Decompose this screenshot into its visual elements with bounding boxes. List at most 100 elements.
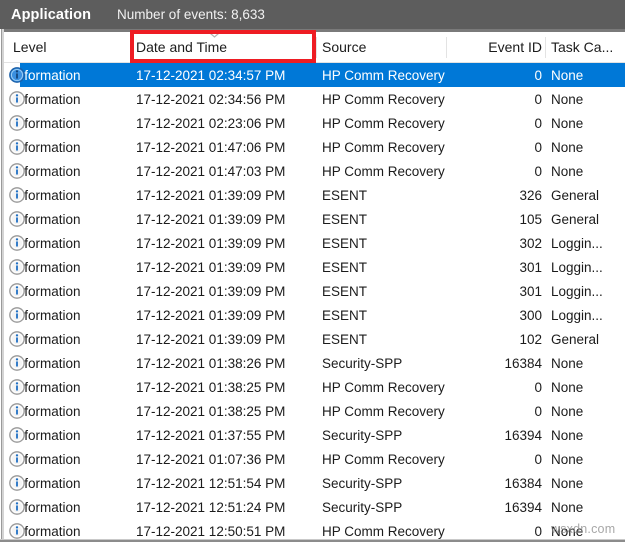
table-row[interactable]: Information 17-12-2021 01:39:09 PM ESENT 30… xyxy=(4,279,625,303)
table-row[interactable]: Information 17-12-2021 01:37:55 PM Securit… xyxy=(4,423,625,447)
cell-datetime: 17-12-2021 01:39:09 PM xyxy=(136,283,286,299)
column-header-datetime[interactable]: Date and Time xyxy=(136,32,316,62)
cell-datetime: 17-12-2021 02:34:57 PM xyxy=(136,67,286,83)
cell-datetime: 17-12-2021 12:50:51 PM xyxy=(136,523,286,539)
table-row[interactable]: Information 17-12-2021 02:34:56 PM HP Comm… xyxy=(4,87,625,111)
cell-eventid: 301 xyxy=(519,259,542,275)
cell-eventid: 16394 xyxy=(504,499,542,515)
cell-eventid: 0 xyxy=(534,403,542,419)
cell-eventid: 300 xyxy=(519,307,542,323)
cell-taskcat: None xyxy=(551,139,584,155)
table-row[interactable]: Information 17-12-2021 01:39:09 PM ESENT 30… xyxy=(4,255,625,279)
cell-datetime: 17-12-2021 01:38:25 PM xyxy=(136,403,286,419)
cell-source: Security-SPP xyxy=(322,355,403,371)
cell-taskcat: None xyxy=(551,91,584,107)
cell-source: Security-SPP xyxy=(322,499,403,515)
cell-taskcat: Loggin... xyxy=(551,283,603,299)
cell-taskcat: None xyxy=(551,475,584,491)
cell-level: Information xyxy=(13,403,81,419)
cell-level: Information xyxy=(13,235,81,251)
cell-level: Information xyxy=(13,379,81,395)
cell-eventid: 0 xyxy=(534,115,542,131)
cell-eventid: 0 xyxy=(534,91,542,107)
cell-datetime: 17-12-2021 01:39:09 PM xyxy=(136,211,286,227)
cell-taskcat: None xyxy=(551,379,584,395)
cell-source: ESENT xyxy=(322,259,368,275)
cell-datetime: 17-12-2021 01:39:09 PM xyxy=(136,187,286,203)
table-row[interactable]: Information 17-12-2021 12:50:51 PM HP Comm… xyxy=(4,519,625,539)
table-row[interactable]: Information 17-12-2021 01:07:36 PM HP Comm… xyxy=(4,447,625,471)
cell-eventid: 16384 xyxy=(504,475,542,491)
table-row[interactable]: Information 17-12-2021 12:51:54 PM Securit… xyxy=(4,471,625,495)
information-icon xyxy=(9,139,25,155)
information-icon xyxy=(9,355,25,371)
cell-eventid: 0 xyxy=(534,523,542,539)
column-divider[interactable] xyxy=(316,37,317,58)
cell-source: HP Comm Recovery xyxy=(322,115,445,131)
cell-eventid: 0 xyxy=(534,67,542,83)
cell-source: HP Comm Recovery xyxy=(322,91,445,107)
cell-datetime: 17-12-2021 01:38:25 PM xyxy=(136,379,286,395)
cell-datetime: 17-12-2021 01:39:09 PM xyxy=(136,235,286,251)
information-icon xyxy=(9,235,25,251)
information-icon xyxy=(9,187,25,203)
table-row[interactable]: Information 17-12-2021 01:39:09 PM ESENT 30… xyxy=(4,231,625,255)
information-icon xyxy=(9,259,25,275)
information-icon xyxy=(9,115,25,131)
cell-eventid: 326 xyxy=(519,187,542,203)
cell-eventid: 16384 xyxy=(504,355,542,371)
table-row[interactable]: Information 17-12-2021 01:47:03 PM HP Comm… xyxy=(4,159,625,183)
table-row[interactable]: Information 17-12-2021 01:39:09 PM ESENT 32… xyxy=(4,183,625,207)
column-header-label: Source xyxy=(322,39,367,55)
cell-taskcat: General xyxy=(551,187,600,203)
watermark-label: wsxdn.com xyxy=(551,522,616,536)
cell-taskcat: None xyxy=(551,451,584,467)
cell-datetime: 17-12-2021 01:39:09 PM xyxy=(136,331,286,347)
information-icon xyxy=(9,91,25,107)
cell-level: Information xyxy=(13,91,81,107)
cell-taskcat: None xyxy=(551,355,584,371)
cell-eventid: 0 xyxy=(534,163,542,179)
column-divider[interactable] xyxy=(545,37,546,58)
cell-level: Information xyxy=(13,67,81,83)
cell-datetime: 17-12-2021 01:47:06 PM xyxy=(136,139,286,155)
log-titlebar: Application Number of events: 8,633 xyxy=(0,0,625,29)
column-divider[interactable] xyxy=(130,37,131,58)
table-row[interactable]: Information 17-12-2021 01:38:26 PM Securit… xyxy=(4,351,625,375)
cell-level: Information xyxy=(13,331,81,347)
sort-descending-chevron-icon xyxy=(210,33,219,38)
cell-source: Security-SPP xyxy=(322,427,403,443)
table-row[interactable]: Information 17-12-2021 01:39:09 PM ESENT 10… xyxy=(4,327,625,351)
information-icon xyxy=(9,523,25,539)
table-row[interactable]: Information 17-12-2021 02:23:06 PM HP Comm… xyxy=(4,111,625,135)
cell-source: ESENT xyxy=(322,331,368,347)
information-icon xyxy=(9,307,25,323)
cell-datetime: 17-12-2021 02:34:56 PM xyxy=(136,91,286,107)
cell-taskcat: None xyxy=(551,163,584,179)
cell-level: Information xyxy=(13,355,81,371)
column-header-row: Level Date and Time Source Event ID Task Ca.… xyxy=(4,32,625,63)
cell-eventid: 102 xyxy=(519,331,542,347)
table-row[interactable]: Information 17-12-2021 01:39:09 PM ESENT 10… xyxy=(4,207,625,231)
column-header-level[interactable]: Level xyxy=(13,32,130,62)
table-row[interactable]: Information 17-12-2021 12:51:24 PM Securit… xyxy=(4,495,625,519)
cell-taskcat: None xyxy=(551,115,584,131)
table-row[interactable]: Information 17-12-2021 01:47:06 PM HP Comm… xyxy=(4,135,625,159)
cell-eventid: 105 xyxy=(519,211,542,227)
cell-taskcat: General xyxy=(551,211,600,227)
cell-source: HP Comm Recovery xyxy=(322,451,445,467)
column-header-eventid[interactable]: Event ID xyxy=(452,32,542,62)
table-row[interactable]: Information 17-12-2021 01:38:25 PM HP Comm… xyxy=(4,375,625,399)
cell-eventid: 0 xyxy=(534,379,542,395)
information-icon xyxy=(9,379,25,395)
table-row[interactable]: Information 17-12-2021 01:39:09 PM ESENT 30… xyxy=(4,303,625,327)
table-row[interactable]: Information 17-12-2021 01:38:25 PM HP Comm… xyxy=(4,399,625,423)
cell-level: Information xyxy=(13,307,81,323)
table-row[interactable]: Information 17-12-2021 02:34:57 PM HP Comm… xyxy=(4,63,625,87)
information-icon xyxy=(9,451,25,467)
column-header-taskcat[interactable]: Task Ca... xyxy=(551,32,621,62)
cell-level: Information xyxy=(13,427,81,443)
column-header-source[interactable]: Source xyxy=(322,32,452,62)
cell-level: Information xyxy=(13,283,81,299)
cell-eventid: 0 xyxy=(534,139,542,155)
